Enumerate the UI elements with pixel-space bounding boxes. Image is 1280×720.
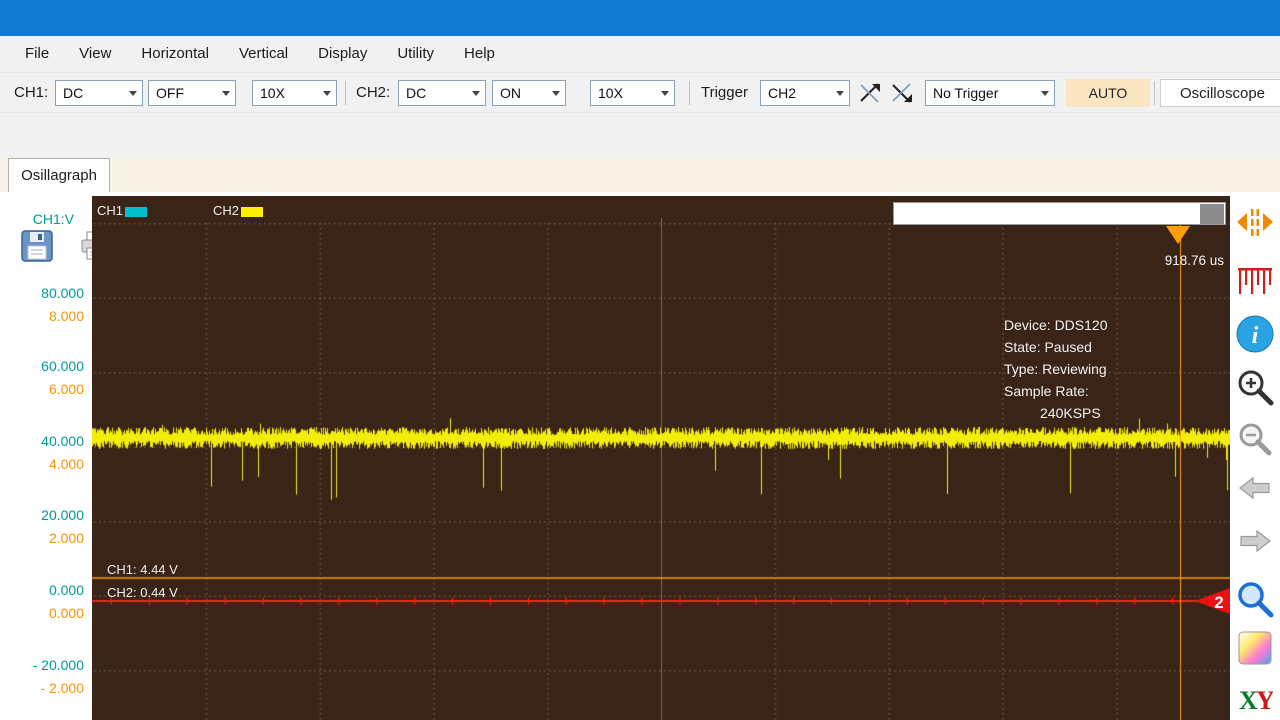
trigger-mode-value: No Trigger	[933, 85, 998, 101]
axis-label-ch1: - 20.000	[0, 657, 84, 673]
axis-label-ch2: 6.000	[0, 381, 84, 397]
menu-view[interactable]: View	[64, 36, 126, 72]
action-toolbar: 0 ?	[0, 112, 1280, 158]
axis-label-ch2: 4.000	[0, 456, 84, 472]
ch2-coupling-value: DC	[406, 85, 426, 101]
chevron-down-icon	[1041, 91, 1049, 96]
ch1-coupling-value: DC	[63, 85, 83, 101]
chevron-down-icon	[472, 91, 480, 96]
svg-text:i: i	[1252, 323, 1259, 349]
chevron-down-icon	[661, 91, 669, 96]
ch1-enable-value: OFF	[156, 85, 184, 101]
title-bar: SainSmart Version 1.2	[0, 0, 1280, 36]
ch1-probe-value: 10X	[260, 85, 285, 101]
axis-title-ch1: CH1:V	[0, 211, 84, 227]
zoom-out-icon[interactable]	[1236, 420, 1274, 458]
trigger-mode-select[interactable]: No Trigger	[925, 80, 1055, 106]
ch1-label: CH1:	[14, 73, 48, 113]
arrow-right-icon[interactable]	[1238, 527, 1272, 555]
axis-label-ch2: - 2.000	[0, 680, 84, 696]
ch2-probe-value: 10X	[598, 85, 623, 101]
toolbar-separator	[345, 81, 346, 105]
time-cursor-marker[interactable]	[1166, 226, 1190, 244]
svg-text:Y: Y	[1256, 686, 1273, 714]
axis-label-ch2: 8.000	[0, 308, 84, 324]
ch2-coupling-select[interactable]: DC	[398, 80, 486, 106]
oscilloscope-mode-button[interactable]: Oscilloscope	[1160, 79, 1280, 107]
arrow-left-icon[interactable]	[1238, 474, 1272, 502]
chevron-down-icon	[222, 91, 230, 96]
device-state: State: Paused	[1004, 336, 1154, 358]
xy-mode-icon[interactable]: X Y	[1237, 684, 1273, 714]
chevron-down-icon	[552, 91, 560, 96]
scrollbar-thumb[interactable]	[1200, 204, 1224, 224]
info-icon[interactable]: i	[1236, 315, 1274, 353]
palette-icon[interactable]	[1237, 630, 1273, 666]
ch2-color-swatch	[241, 207, 263, 217]
ch2-measurement: CH2: 0.44 V	[107, 585, 178, 601]
channel-toolbar: CH1: DC OFF 10X CH2: DC ON 10X Trigger C…	[0, 72, 1280, 112]
zoom-in-icon[interactable]	[1234, 366, 1276, 408]
device-info-panel: Device: DDS120 State: Paused Type: Revie…	[1004, 314, 1154, 424]
menu-help[interactable]: Help	[449, 36, 510, 72]
toolbar-separator	[1154, 81, 1155, 105]
menu-display[interactable]: Display	[303, 36, 382, 72]
axis-label-ch2: 2.000	[0, 530, 84, 546]
save-icon[interactable]	[18, 228, 56, 264]
rising-edge-icon[interactable]	[856, 80, 884, 106]
zoom-window-icon[interactable]	[1234, 578, 1276, 620]
trigger-source-select[interactable]: CH2	[760, 80, 850, 106]
menu-vertical[interactable]: Vertical	[224, 36, 303, 72]
legend-ch1-label: CH1	[97, 203, 123, 219]
tab-osillagraph[interactable]: Osillagraph	[8, 158, 110, 192]
axis-label-ch1: 80.000	[0, 285, 84, 301]
ch2-label: CH2:	[356, 73, 390, 113]
device-name: Device: DDS120	[1004, 314, 1154, 336]
auto-button[interactable]: AUTO	[1066, 79, 1150, 107]
menu-file[interactable]: File	[10, 36, 64, 72]
tab-strip: Osillagraph	[0, 158, 1280, 192]
axis-label-ch2: 0.000	[0, 605, 84, 621]
horizontal-scrollbar[interactable]	[893, 202, 1226, 225]
sample-rate-value: 240KSPS	[1004, 402, 1154, 424]
ch1-enable-select[interactable]: OFF	[148, 80, 236, 106]
legend-ch2-label: CH2	[213, 203, 239, 219]
scope-display: CH1 CH2 918.76 us Device: DDS120 State: …	[92, 196, 1230, 720]
ch1-coupling-select[interactable]: DC	[55, 80, 143, 106]
menu-bar: File View Horizontal Vertical Display Ut…	[0, 36, 1280, 72]
pan-horizontal-icon[interactable]	[1236, 205, 1274, 239]
ch2-level-marker[interactable]: 2	[1195, 588, 1230, 614]
trigger-source-value: CH2	[768, 85, 796, 101]
trigger-comb-icon[interactable]	[1237, 266, 1273, 296]
ch2-enable-select[interactable]: ON	[492, 80, 566, 106]
axis-label-ch1: 0.000	[0, 582, 84, 598]
ch2-probe-select[interactable]: 10X	[590, 80, 675, 106]
axis-label-ch1: 20.000	[0, 507, 84, 523]
ch1-probe-select[interactable]: 10X	[252, 80, 337, 106]
scope-canvas	[92, 196, 1230, 720]
tool-sidebar: i	[1230, 192, 1280, 720]
chevron-down-icon	[323, 91, 331, 96]
axis-label-ch1: 60.000	[0, 358, 84, 374]
axis-label-ch1: 40.000	[0, 433, 84, 449]
app-window: { "titlebar": { "title": "SainSmart Vers…	[0, 0, 1280, 720]
ch2-enable-value: ON	[500, 85, 521, 101]
ch1-color-swatch	[125, 207, 147, 217]
chevron-down-icon	[836, 91, 844, 96]
trigger-label: Trigger	[701, 73, 748, 113]
device-type: Type: Reviewing	[1004, 358, 1154, 380]
menu-utility[interactable]: Utility	[382, 36, 449, 72]
chevron-down-icon	[129, 91, 137, 96]
ch1-measurement: CH1: 4.44 V	[107, 562, 178, 578]
falling-edge-icon[interactable]	[888, 80, 916, 106]
menu-horizontal[interactable]: Horizontal	[126, 36, 224, 72]
toolbar-separator	[689, 81, 690, 105]
cursor-time-label: 918.76 us	[1090, 253, 1224, 268]
sample-rate-label: Sample Rate:	[1004, 380, 1154, 402]
ch2-marker-number: 2	[1214, 593, 1223, 612]
